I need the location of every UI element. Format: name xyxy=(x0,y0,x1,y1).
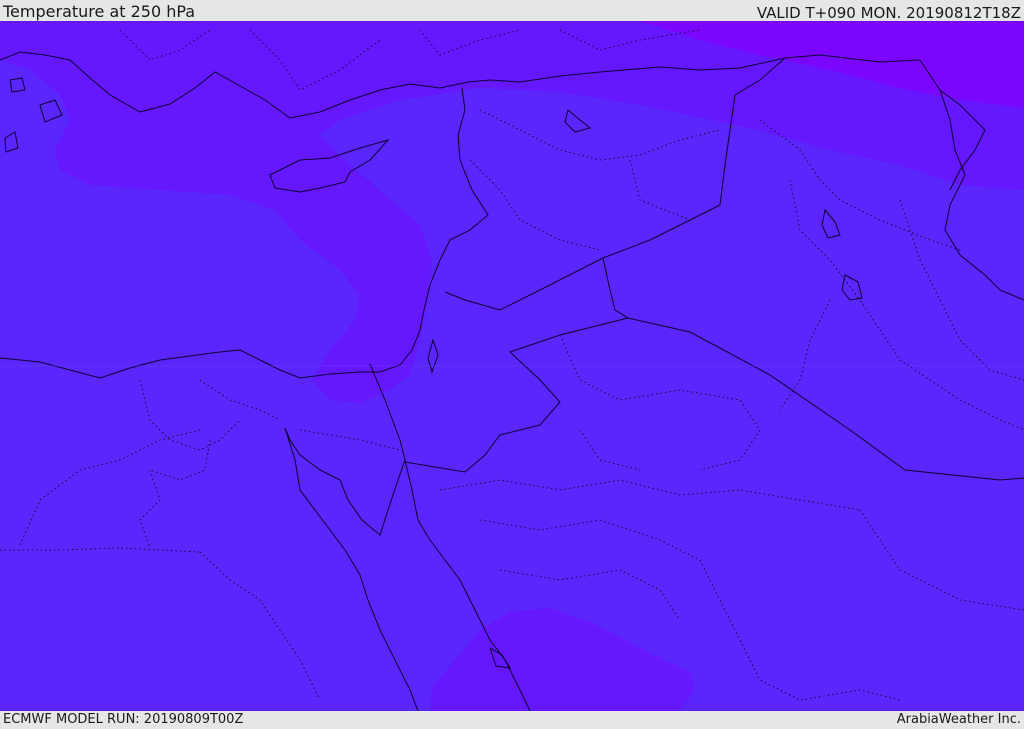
valid-time: VALID T+090 MON. 20190812T18Z xyxy=(756,4,1021,22)
weather-map-frame: Temperature at 250 hPa VALID T+090 MON. … xyxy=(0,0,1024,729)
header-bar: Temperature at 250 hPa VALID T+090 MON. … xyxy=(0,0,1024,21)
map-canvas xyxy=(0,21,1024,711)
model-run-label: ECMWF MODEL RUN: 20190809T00Z xyxy=(3,712,244,727)
map-title: Temperature at 250 hPa xyxy=(3,2,196,21)
map-svg xyxy=(0,21,1024,711)
footer-bar: ECMWF MODEL RUN: 20190809T00Z ArabiaWeat… xyxy=(0,711,1024,729)
credit-label: ArabiaWeather Inc. xyxy=(896,712,1021,727)
